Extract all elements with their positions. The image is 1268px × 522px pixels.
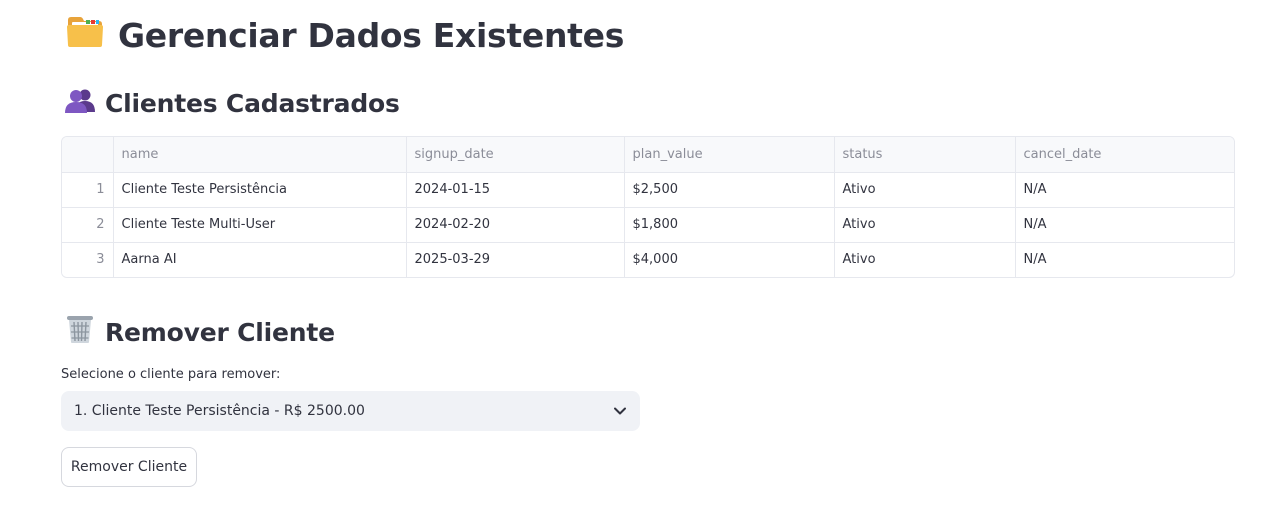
cell-signup-date[interactable]: 2025-03-29	[406, 242, 625, 277]
users-icon	[65, 87, 95, 119]
column-header-plan-value[interactable]: plan_value	[624, 137, 835, 173]
column-header-index	[62, 137, 114, 173]
cell-plan-value[interactable]: $2,500	[624, 172, 835, 208]
cell-plan-value[interactable]: $4,000	[624, 242, 835, 277]
cell-status[interactable]: Ativo	[834, 172, 1016, 208]
cell-cancel-date[interactable]: N/A	[1015, 242, 1234, 277]
cell-plan-value[interactable]: $1,800	[624, 207, 835, 243]
chevron-down-icon	[614, 403, 626, 419]
cell-status[interactable]: Ativo	[834, 242, 1016, 277]
remove-heading-text: Remover Cliente	[105, 317, 335, 347]
wastebasket-icon	[65, 314, 95, 350]
client-select[interactable]: 1. Cliente Teste Persistência - R$ 2500.…	[61, 391, 640, 431]
remove-client-button[interactable]: Remover Cliente	[61, 447, 197, 487]
client-select-value: 1. Cliente Teste Persistência - R$ 2500.…	[74, 403, 365, 419]
cell-name[interactable]: Cliente Teste Persistência	[113, 172, 407, 208]
row-index: 3	[62, 242, 114, 277]
cell-cancel-date[interactable]: N/A	[1015, 172, 1234, 208]
row-index: 1	[62, 172, 114, 208]
select-label: Selecione o cliente para remover:	[61, 367, 281, 382]
column-header-signup-date[interactable]: signup_date	[406, 137, 625, 173]
cell-signup-date[interactable]: 2024-02-20	[406, 207, 625, 243]
cell-cancel-date[interactable]: N/A	[1015, 207, 1234, 243]
column-header-cancel-date[interactable]: cancel_date	[1015, 137, 1234, 173]
remove-heading: Remover Cliente	[65, 314, 335, 350]
table-row[interactable]: 1 Cliente Teste Persistência 2024-01-15 …	[62, 172, 1234, 208]
row-index: 2	[62, 207, 114, 243]
table-row[interactable]: 2 Cliente Teste Multi-User 2024-02-20 $1…	[62, 207, 1234, 243]
clients-heading-text: Clientes Cadastrados	[105, 88, 400, 118]
column-header-status[interactable]: status	[834, 137, 1016, 173]
folder-icon	[66, 14, 104, 56]
clients-table[interactable]: name signup_date plan_value status cance…	[61, 136, 1235, 278]
cell-signup-date[interactable]: 2024-01-15	[406, 172, 625, 208]
table-row[interactable]: 3 Aarna AI 2025-03-29 $4,000 Ativo N/A	[62, 242, 1234, 277]
cell-name[interactable]: Cliente Teste Multi-User	[113, 207, 407, 243]
page-title-text: Gerenciar Dados Existentes	[118, 15, 625, 55]
column-header-name[interactable]: name	[113, 137, 407, 173]
table-header-row: name signup_date plan_value status cance…	[62, 137, 1234, 173]
clients-heading: Clientes Cadastrados	[65, 87, 400, 119]
cell-status[interactable]: Ativo	[834, 207, 1016, 243]
page-title: Gerenciar Dados Existentes	[66, 14, 624, 56]
cell-name[interactable]: Aarna AI	[113, 242, 407, 277]
